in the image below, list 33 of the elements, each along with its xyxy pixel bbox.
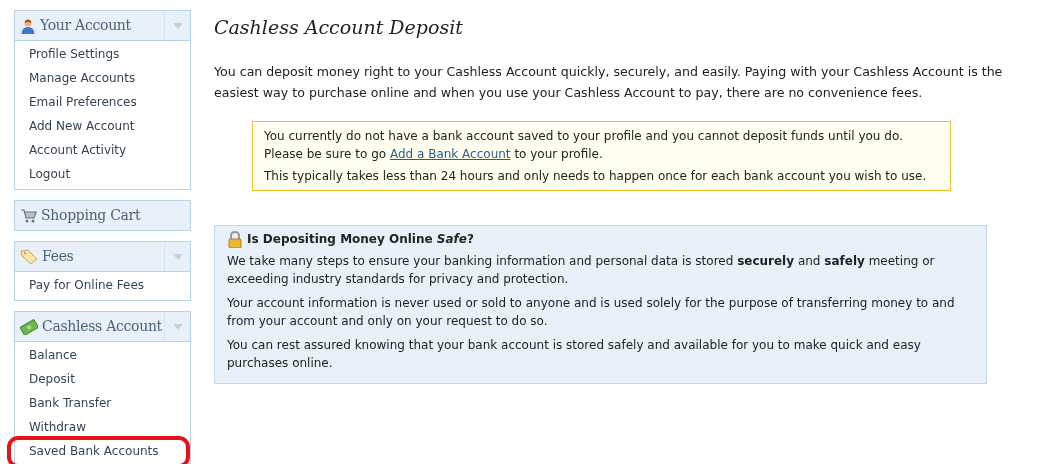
panel-title: Shopping Cart [41,206,141,225]
sidebar-link[interactable]: Bank Transfer [15,392,190,416]
panel-title: Cashless Account [42,317,162,336]
warning-text: You currently do not have a bank account saved to your profile and you cannot deposit funds until you do. [264,128,903,143]
info-text: We take many steps to ensure your banking information and personal data is stored securely and safely meeting or exceeding industry standards for privacy and protection. [227,252,936,288]
tag-icon [20,248,38,265]
sidebar-link[interactable]: Profile Settings [15,43,190,67]
page-title: Cashless Account Deposit [214,16,464,39]
sidebar-link[interactable]: Pay for Online Fees [15,274,190,298]
sidebar-link[interactable]: Withdraw [15,416,190,440]
sidebar-link[interactable]: Logout [15,163,190,187]
warning-text: Please be sure to go Add a Bank Account to your profile. [264,146,603,161]
info-title: Is Depositing Money Online Safe? [247,232,474,247]
cart-icon [20,208,37,223]
panel-title: Your Account [40,16,131,35]
person-icon [20,17,36,34]
info-text: You can rest assured knowing that your bank account is stored safely and available for you to make quick and easy purchases online. [227,336,922,372]
lock-icon [227,230,243,248]
caret-icon[interactable] [172,323,183,330]
caret-icon[interactable] [172,253,183,260]
sidebar-link[interactable]: Balance [15,344,190,368]
caret-icon[interactable] [172,22,183,29]
panel-title: Fees [42,247,74,266]
add-bank-account-link[interactable]: Add a Bank Account [389,146,511,161]
intro-text: You can deposit money right to your Cashless Account quickly, securely, and easily. Paying with your Cashless Account is the easiest way to purchase online and when you use your Cashless Account to pay, there are no convenience fees. [214,62,1004,102]
money-icon [20,318,38,335]
sidebar-link[interactable]: Account Activity [15,139,190,163]
sidebar-link[interactable]: Add New Account [15,115,190,139]
sidebar-link[interactable]: Email Preferences [15,91,190,115]
sidebar-link[interactable]: Deposit [15,368,190,392]
info-text: Your account information is never used or sold to anyone and is used solely for the purpose of transferring money to and from your account and only on your request to do so. [227,294,956,330]
sidebar-link[interactable]: Manage Accounts [15,67,190,91]
warning-text: This typically takes less than 24 hours and only needs to happen once for each bank account you wish to use. [264,168,927,183]
